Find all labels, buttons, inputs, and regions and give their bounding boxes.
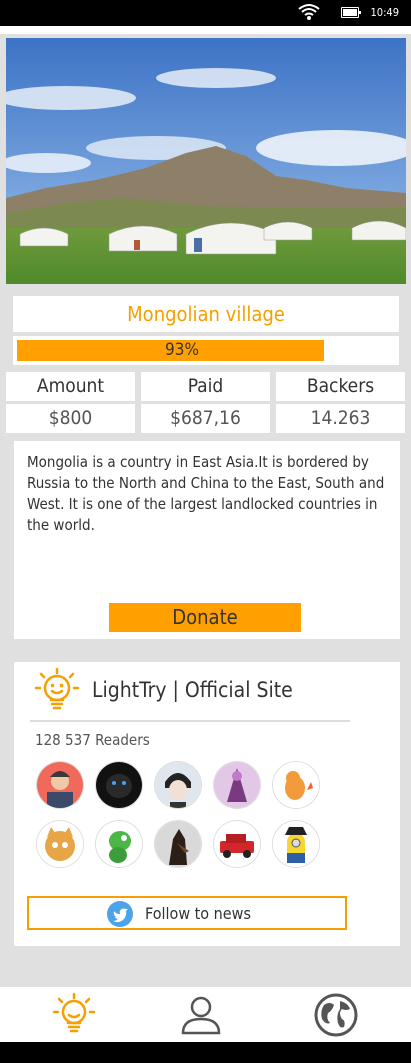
site-name: LightTry | Official Site (92, 678, 293, 702)
backers-label: Backers (276, 372, 405, 401)
amount-value: $800 (6, 404, 135, 433)
bottom-tab-bar (0, 987, 411, 1042)
project-title: Mongolian village (13, 296, 399, 332)
wifi-icon (298, 4, 320, 20)
man-avatar[interactable] (37, 762, 83, 808)
twitter-icon (107, 901, 133, 927)
cat-avatar[interactable] (37, 821, 83, 867)
profile-tab-icon[interactable] (177, 991, 225, 1039)
dog-avatar[interactable] (155, 821, 201, 867)
lightbulb-tab-icon[interactable] (50, 991, 98, 1039)
paid-label: Paid (141, 372, 270, 401)
donate-button[interactable]: Donate (109, 603, 301, 632)
warrior-avatar[interactable] (214, 762, 260, 808)
follow-button[interactable]: Follow to news (27, 896, 347, 930)
lightbulb-icon (34, 667, 80, 710)
progress-card: 93% (13, 336, 399, 365)
amount-label: Amount (6, 372, 135, 401)
description-card: Mongolia is a country in East Asia.It is… (14, 441, 400, 639)
description-text: Mongolia is a country in East Asia.It is… (27, 453, 385, 534)
black-panther-avatar[interactable] (96, 762, 142, 808)
lizard-avatar[interactable] (96, 821, 142, 867)
minion-avatar[interactable] (273, 821, 319, 867)
status-time: 10:49 (370, 6, 399, 19)
divider (30, 720, 350, 722)
battery-icon (341, 7, 361, 18)
anime-boy-avatar[interactable] (155, 762, 201, 808)
charmander-avatar[interactable] (273, 762, 319, 808)
backers-value: 14.263 (276, 404, 405, 433)
system-nav-bar (0, 1042, 411, 1063)
red-car-avatar[interactable] (214, 821, 260, 867)
readers-count: 128 537 Readers (35, 731, 150, 749)
progress-bar: 93% (17, 340, 347, 361)
status-bar: 10:49 (0, 0, 411, 26)
globe-tab-icon[interactable] (312, 991, 360, 1039)
paid-value: $687,16 (141, 404, 270, 433)
hero-image (6, 38, 406, 284)
follow-label: Follow to news (145, 904, 251, 923)
top-strip (0, 26, 411, 34)
site-card: LightTry | Official Site 128 537 Readers (14, 662, 400, 946)
progress-label: 93% (165, 340, 199, 360)
